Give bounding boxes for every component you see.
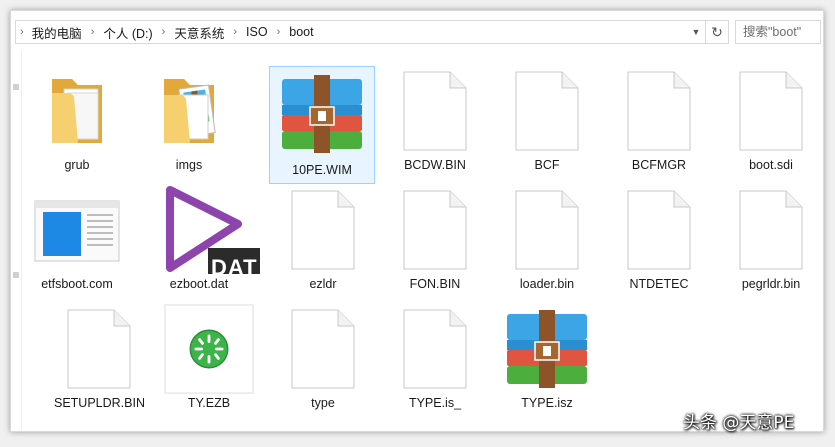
refresh-icon[interactable]: ↻	[705, 21, 728, 43]
file-name: ezboot.dat	[169, 277, 229, 291]
blank-file-icon	[502, 68, 592, 154]
search-input[interactable]: 搜索"boot"	[735, 20, 821, 44]
breadcrumb[interactable]: › 我的电脑 › 个人 (D:) › 天意系统 › ISO › boot ▼ ↻	[15, 20, 729, 44]
chevron-down-icon[interactable]: ▼	[687, 21, 705, 43]
pin-marker	[13, 84, 19, 90]
breadcrumb-boot[interactable]: boot	[289, 25, 313, 39]
blank-file-icon	[390, 187, 480, 273]
file-name: BCF	[534, 158, 560, 172]
dat-play-icon: DAT	[154, 186, 262, 280]
file-name: FON.BIN	[409, 277, 461, 291]
chevron-right-icon[interactable]: ›	[153, 26, 175, 38]
file-name: etfsboot.com	[41, 277, 113, 291]
file-item[interactable]: loader.bin	[501, 182, 593, 297]
file-name: TYPE.isz	[521, 396, 573, 410]
chevron-right-icon[interactable]: ›	[224, 26, 246, 38]
blank-file-icon	[390, 68, 480, 154]
file-item[interactable]: NTDETEC	[613, 182, 705, 297]
loading-spinner-icon	[164, 304, 254, 394]
chevron-right-icon[interactable]: ›	[82, 26, 104, 38]
breadcrumb-my-computer[interactable]: 我的电脑	[32, 23, 82, 42]
breadcrumb-iso[interactable]: ISO	[246, 25, 268, 39]
watermark: 头条 @天意PE	[683, 413, 795, 433]
file-item[interactable]: type	[277, 301, 369, 416]
breadcrumb-drive-d[interactable]: 个人 (D:)	[103, 23, 152, 42]
blank-file-icon	[502, 187, 592, 273]
explorer-window: › 我的电脑 › 个人 (D:) › 天意系统 › ISO › boot ▼ ↻…	[10, 10, 824, 432]
winrar-archive-icon	[499, 306, 595, 392]
blank-file-icon	[54, 306, 144, 392]
chevron-right-icon[interactable]: ›	[16, 26, 32, 38]
file-item[interactable]: SETUPLDR.BIN	[53, 301, 145, 416]
folder-icon	[32, 68, 122, 154]
file-name: NTDETEC	[629, 277, 689, 291]
file-name: boot.sdi	[749, 158, 793, 172]
file-item[interactable]: 10PE.WIM	[269, 66, 375, 184]
file-name: imgs	[175, 158, 203, 172]
file-name: pegrldr.bin	[741, 277, 801, 291]
chevron-right-icon[interactable]: ›	[268, 26, 290, 38]
blank-file-icon	[278, 306, 368, 392]
file-item[interactable]: TYPE.is_	[389, 301, 481, 416]
application-window-icon	[32, 187, 122, 273]
file-name: BCFMGR	[631, 158, 687, 172]
file-name: ezldr	[309, 277, 337, 291]
breadcrumb-tianyi-system[interactable]: 天意系统	[174, 23, 224, 42]
blank-file-icon	[726, 187, 816, 273]
file-item[interactable]: BCDW.BIN	[389, 63, 481, 178]
file-name: grub	[64, 158, 90, 172]
file-name: 10PE.WIM	[292, 163, 352, 177]
file-item[interactable]: etfsboot.com	[31, 182, 123, 297]
file-name: SETUPLDR.BIN	[54, 396, 145, 410]
address-bar: › 我的电脑 › 个人 (D:) › 天意系统 › ISO › boot ▼ ↻…	[11, 11, 823, 51]
file-item[interactable]: pegrldr.bin	[725, 182, 817, 297]
file-item[interactable]: DAT ezboot.dat	[153, 182, 263, 297]
folder-images-icon	[144, 68, 234, 154]
file-item[interactable]: TYPE.isz	[498, 301, 596, 416]
blank-file-icon	[614, 187, 704, 273]
file-item[interactable]: TY.EZB	[163, 301, 255, 416]
file-item[interactable]: BCF	[501, 63, 593, 178]
navigation-pane-edge[interactable]	[11, 51, 22, 431]
file-name: TYPE.is_	[408, 396, 462, 410]
winrar-archive-icon	[270, 71, 374, 157]
file-item[interactable]: FON.BIN	[389, 182, 481, 297]
blank-file-icon	[726, 68, 816, 154]
file-item[interactable]: ezldr	[277, 182, 369, 297]
pin-marker	[13, 272, 19, 278]
file-item[interactable]: grub	[31, 63, 123, 178]
file-name: type	[311, 396, 335, 410]
file-name: BCDW.BIN	[404, 158, 466, 172]
file-name: TY.EZB	[187, 396, 231, 410]
file-item[interactable]: imgs	[143, 63, 235, 178]
blank-file-icon	[614, 68, 704, 154]
blank-file-icon	[278, 187, 368, 273]
blank-file-icon	[390, 306, 480, 392]
file-item[interactable]: boot.sdi	[725, 63, 817, 178]
file-grid: grub imgs 10PE.WIM BCDW.BIN BCF BCFMGR b…	[22, 51, 823, 431]
file-item[interactable]: BCFMGR	[613, 63, 705, 178]
file-name: loader.bin	[519, 277, 575, 291]
